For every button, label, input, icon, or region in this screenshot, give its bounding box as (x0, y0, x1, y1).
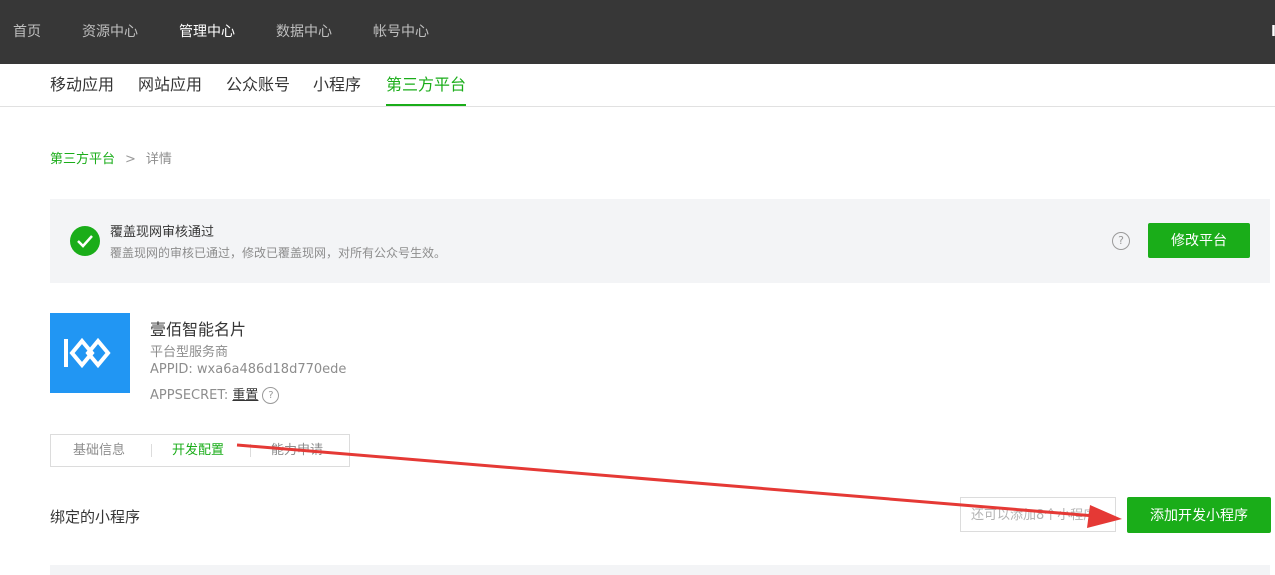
annotation-arrow-icon (236, 443, 1122, 528)
